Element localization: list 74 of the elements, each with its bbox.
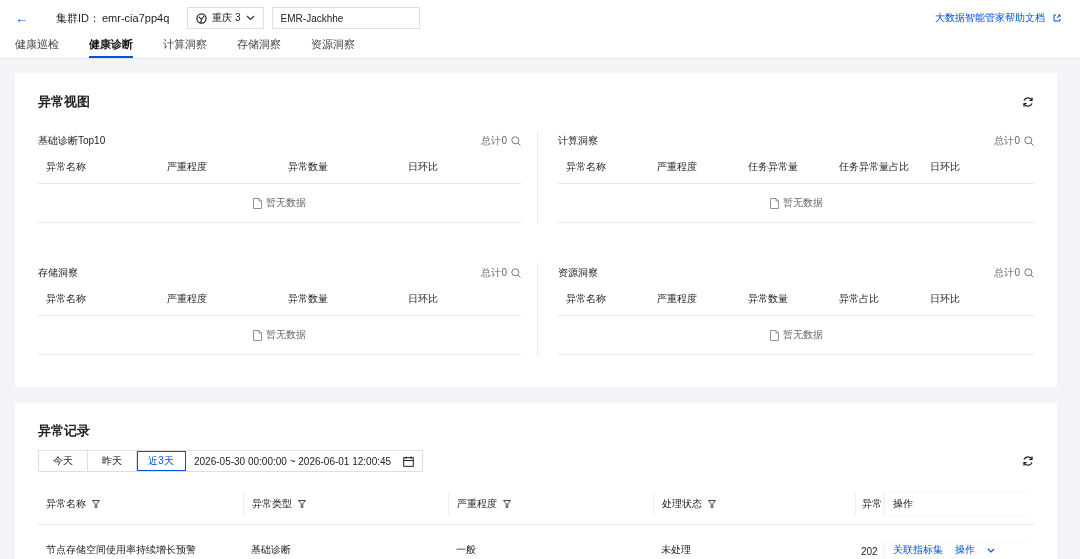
search-icon[interactable] — [1024, 268, 1034, 278]
column-header: 处理状态 — [662, 497, 702, 511]
tab[interactable]: 存储洞察 — [237, 37, 281, 58]
column-header: 严重程度 — [165, 292, 208, 306]
panel-title: 存储洞察 — [38, 266, 78, 280]
column-header: 异常数量 — [286, 160, 329, 174]
column-header: 任务异常量占比 — [838, 160, 910, 174]
region-select[interactable]: 重庆 3 — [187, 7, 264, 29]
column-header: 异常 — [862, 497, 882, 511]
column-header: 异常数量 — [286, 292, 329, 306]
search-icon[interactable] — [511, 136, 521, 146]
tab[interactable]: 计算洞察 — [163, 37, 207, 58]
document-icon — [253, 329, 262, 341]
tab[interactable]: 健康诊断 — [89, 37, 133, 58]
table-cell: 202 — [861, 546, 878, 557]
column-header: 异常数量 — [747, 292, 789, 306]
column-header: 严重程度 — [165, 160, 208, 174]
action-link[interactable]: 关联指标集 — [893, 543, 943, 557]
column-header: 日环比 — [407, 160, 440, 174]
table-cell: 基础诊断 — [251, 543, 291, 557]
panel-title: 计算洞察 — [558, 134, 598, 148]
column-header: 异常类型 — [252, 497, 292, 511]
panel-title: 资源洞察 — [558, 266, 598, 280]
table-cell: 节点存储空间使用率持续增长预警 — [46, 543, 196, 557]
total-count: 总计0 — [481, 134, 507, 148]
column-header: 异常名称 — [565, 292, 607, 306]
column-header: 严重程度 — [656, 160, 698, 174]
refresh-icon[interactable] — [1022, 455, 1034, 467]
column-header: 严重程度 — [656, 292, 698, 306]
empty-message: 暂无数据 — [782, 328, 823, 342]
caret-icon — [245, 15, 255, 21]
cluster-name-field[interactable]: EMR-Jackhhe — [271, 7, 420, 29]
column-header: 异常名称 — [565, 160, 607, 174]
column-header: 异常名称 — [45, 160, 87, 174]
external-link-icon — [1053, 14, 1061, 22]
document-icon — [253, 197, 262, 209]
column-header: 日环比 — [929, 292, 961, 306]
empty-message: 暂无数据 — [266, 196, 306, 210]
document-icon — [769, 197, 779, 209]
column-header: 操作 — [893, 497, 913, 511]
table-cell: 未处理 — [661, 543, 691, 557]
search-icon[interactable] — [1024, 136, 1034, 146]
filter-icon[interactable] — [92, 500, 100, 508]
action-link[interactable]: 操作 — [955, 543, 975, 557]
help-link[interactable]: 大数据智能管家帮助文档 — [935, 11, 1045, 25]
document-icon — [769, 329, 779, 341]
panel-title: 基础诊断Top10 — [38, 134, 106, 148]
region-icon — [196, 12, 208, 24]
total-count: 总计0 — [994, 266, 1020, 280]
column-header: 异常名称 — [45, 292, 87, 306]
table-cell: 一般 — [456, 543, 476, 557]
empty-message: 暂无数据 — [782, 196, 823, 210]
column-header: 任务异常量 — [747, 160, 799, 174]
back-button[interactable]: ← — [15, 10, 28, 26]
total-count: 总计0 — [481, 266, 507, 280]
filter-icon[interactable] — [708, 500, 716, 508]
empty-message: 暂无数据 — [266, 328, 306, 342]
cluster-id-label: 集群ID： — [56, 10, 100, 26]
section-title: 异常视图 — [38, 93, 90, 111]
column-header: 严重程度 — [457, 497, 497, 511]
filter-icon[interactable] — [298, 500, 306, 508]
tab[interactable]: 健康巡检 — [15, 37, 59, 58]
section-title: 异常记录 — [38, 422, 91, 440]
column-header: 日环比 — [407, 292, 440, 306]
column-header: 异常名称 — [46, 497, 86, 511]
search-icon[interactable] — [511, 268, 521, 278]
cluster-id: emr-cia7pp4q — [102, 12, 170, 24]
refresh-icon[interactable] — [1022, 96, 1034, 108]
total-count: 总计0 — [994, 134, 1020, 148]
column-header: 日环比 — [929, 160, 961, 174]
column-header: 异常占比 — [838, 292, 880, 306]
caret-icon — [987, 547, 995, 553]
filter-icon[interactable] — [503, 500, 511, 508]
tab[interactable]: 资源洞察 — [311, 37, 355, 58]
